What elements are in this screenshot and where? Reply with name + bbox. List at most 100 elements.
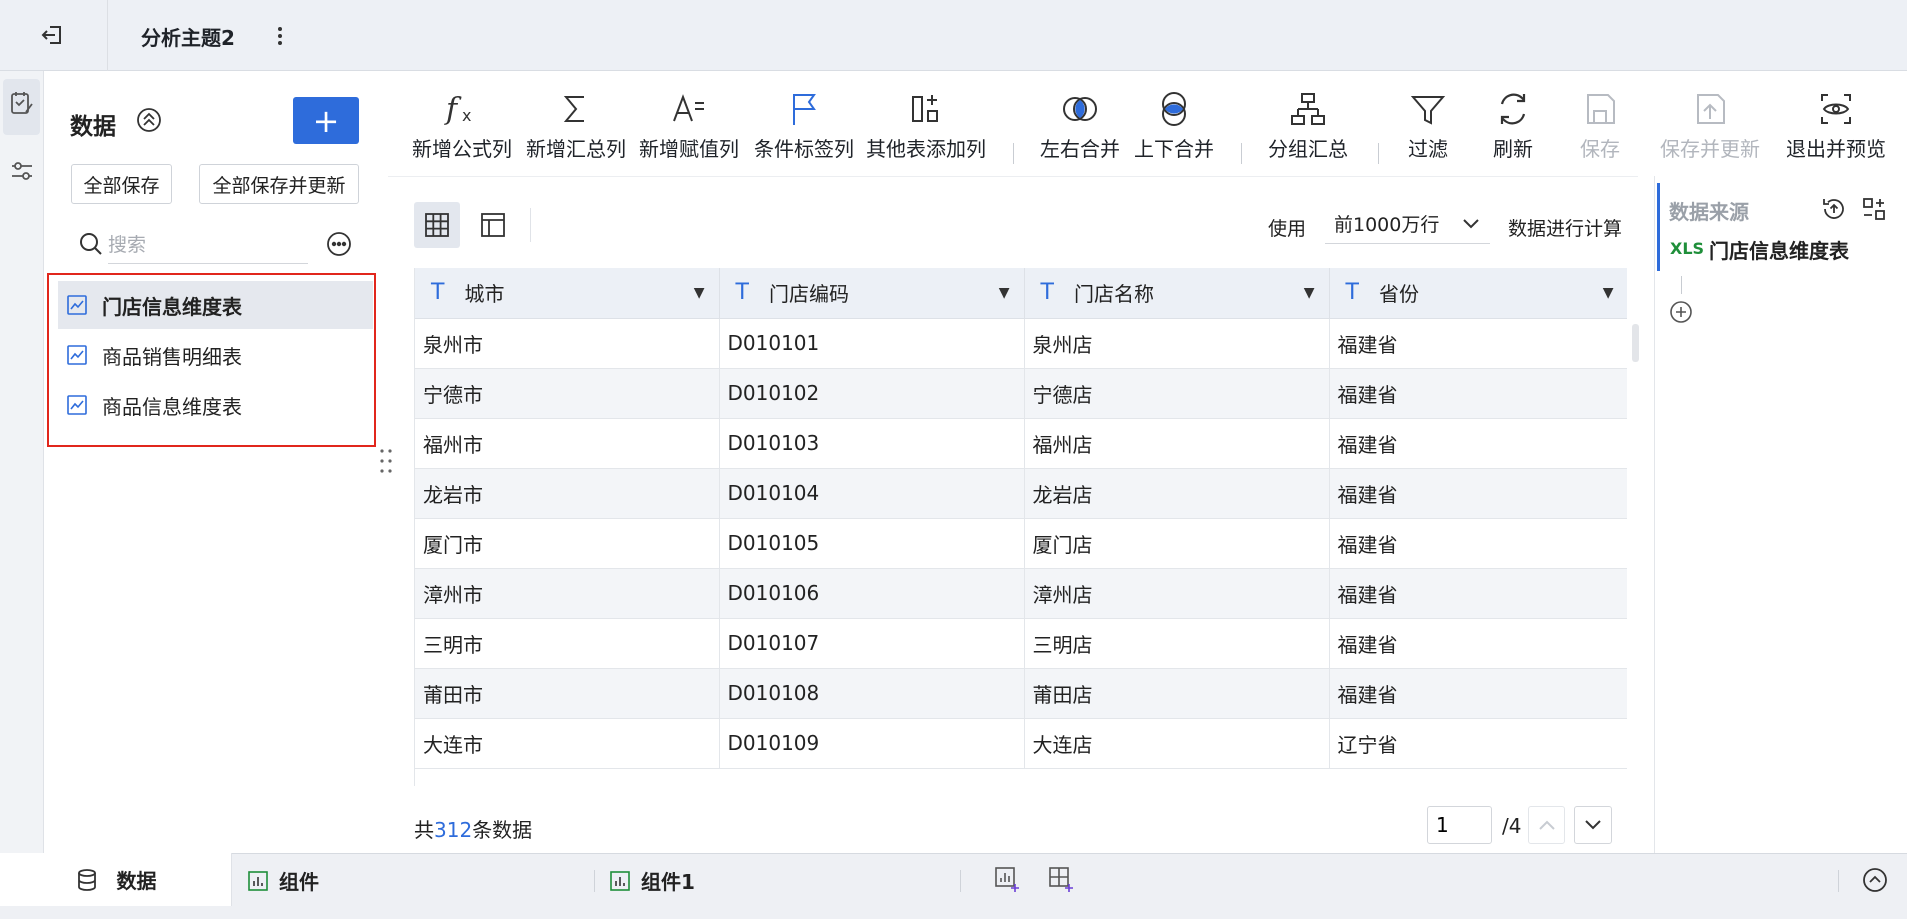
table-cell[interactable]: 莆田店: [1024, 668, 1330, 719]
table-cell[interactable]: 泉州店: [1024, 318, 1330, 369]
table-cell[interactable]: 福建省: [1329, 368, 1627, 419]
row-limit-value: 前1000万行: [1334, 214, 1440, 236]
table-cell[interactable]: D010103: [719, 418, 1025, 469]
tab-more-icon[interactable]: [270, 22, 290, 50]
table-header-row: T 城市 ▼ T 门店编码 ▼ T 门店名称 ▼ T 省份 ▼: [415, 268, 1627, 319]
history-icon[interactable]: [1821, 196, 1847, 222]
column-header[interactable]: T 城市 ▼: [415, 268, 720, 319]
expand-up-icon[interactable]: [1862, 867, 1888, 893]
table-cell[interactable]: 大连店: [1024, 718, 1330, 769]
table-cell[interactable]: D010102: [719, 368, 1025, 419]
save-all-button[interactable]: 全部保存: [71, 164, 172, 204]
toolbar-divider: [1241, 143, 1242, 164]
bottom-tab-data[interactable]: 数据: [0, 853, 232, 906]
panel-resize-handle[interactable]: [379, 448, 393, 474]
column-header[interactable]: T 省份 ▼: [1329, 268, 1627, 319]
table-cell[interactable]: 福州店: [1024, 418, 1330, 469]
table-cell[interactable]: 福建省: [1329, 668, 1627, 719]
layout-view-button[interactable]: [470, 202, 516, 248]
save-all-update-button[interactable]: 全部保存并更新: [199, 164, 359, 204]
column-header[interactable]: T 门店名称 ▼: [1024, 268, 1330, 319]
up-down-merge-button[interactable]: 上下合并: [1134, 88, 1214, 168]
source-connector-line: [1681, 276, 1682, 294]
table-cell[interactable]: 漳州店: [1024, 568, 1330, 619]
add-source-icon[interactable]: [1669, 300, 1693, 324]
row-limit-select[interactable]: 前1000万行: [1325, 204, 1490, 244]
table-cell[interactable]: 辽宁省: [1329, 718, 1627, 769]
save-icon: [1587, 94, 1615, 124]
table-cell[interactable]: D010104: [719, 468, 1025, 519]
table-cell[interactable]: 三明市: [415, 618, 720, 669]
data-table: T 城市 ▼ T 门店编码 ▼ T 门店名称 ▼ T 省份 ▼ 泉州市 D010101 泉州店 福建省…: [414, 268, 1627, 786]
table-cell[interactable]: 宁德店: [1024, 368, 1330, 419]
table-cell[interactable]: D010105: [719, 518, 1025, 569]
source-table-name[interactable]: 门店信息维度表: [1709, 235, 1849, 264]
table-scrollbar[interactable]: [1632, 324, 1639, 362]
grid-view-button[interactable]: [414, 202, 460, 248]
column-header[interactable]: T 门店编码 ▼: [719, 268, 1025, 319]
more-options-icon[interactable]: [326, 231, 352, 257]
swap-source-icon[interactable]: [1861, 196, 1887, 222]
refresh-button[interactable]: 刷新: [1493, 88, 1533, 168]
exit-preview-button[interactable]: 退出并预览: [1786, 88, 1886, 168]
sigma-icon: [563, 96, 584, 122]
table-cell[interactable]: D010106: [719, 568, 1025, 619]
search-input[interactable]: [108, 226, 308, 264]
source-panel-title: 数据来源: [1669, 200, 1749, 224]
table-cell[interactable]: D010108: [719, 668, 1025, 719]
add-dashboard-icon[interactable]: [1047, 865, 1075, 893]
bottom-tab-component[interactable]: 组件: [247, 866, 319, 895]
group-summary-button[interactable]: 分组汇总: [1268, 88, 1348, 168]
bottom-tab-component1[interactable]: 组件1: [609, 866, 695, 895]
table-cell[interactable]: 厦门市: [415, 518, 720, 569]
table-cell[interactable]: D010107: [719, 618, 1025, 669]
table-cell[interactable]: 福建省: [1329, 568, 1627, 619]
use-label: 使用: [1268, 218, 1307, 240]
add-assign-column-button[interactable]: 新增赋值列: [639, 88, 739, 168]
table-cell[interactable]: 漳州市: [415, 568, 720, 619]
table-cell[interactable]: 龙岩市: [415, 468, 720, 519]
condition-label-column-button[interactable]: 条件标签列: [754, 88, 854, 168]
analysis-tab-title[interactable]: 分析主题2: [141, 22, 235, 51]
table-cell[interactable]: 福建省: [1329, 618, 1627, 669]
collapse-up-icon[interactable]: [136, 107, 162, 133]
next-page-button[interactable]: [1574, 806, 1612, 844]
save-update-button[interactable]: 保存并更新: [1660, 88, 1760, 168]
table-cell[interactable]: 龙岩店: [1024, 468, 1330, 519]
table-cell[interactable]: 宁德市: [415, 368, 720, 419]
table-cell[interactable]: 厦门店: [1024, 518, 1330, 569]
page-number-input[interactable]: [1427, 806, 1492, 844]
column-dropdown-icon[interactable]: ▼: [694, 285, 705, 301]
table-cell[interactable]: 福建省: [1329, 468, 1627, 519]
table-cell[interactable]: D010109: [719, 718, 1025, 769]
table-cell[interactable]: D010101: [719, 318, 1025, 369]
table-cell[interactable]: 三明店: [1024, 618, 1330, 669]
filter-button[interactable]: 过滤: [1408, 88, 1448, 168]
source-accent-bar: [1657, 183, 1660, 271]
other-table-add-column-button[interactable]: 其他表添加列: [866, 88, 986, 168]
table-cell[interactable]: 泉州市: [415, 318, 720, 369]
add-summary-column-button[interactable]: 新增汇总列: [526, 88, 626, 168]
column-dropdown-icon[interactable]: ▼: [1603, 285, 1614, 301]
hierarchy-icon: [1291, 93, 1325, 125]
table-item[interactable]: 商品销售明细表: [58, 331, 373, 379]
table-item[interactable]: 门店信息维度表: [58, 281, 373, 329]
add-formula-column-button[interactable]: fx 新增公式列: [412, 88, 512, 168]
table-item[interactable]: 商品信息维度表: [58, 381, 373, 429]
table-cell[interactable]: 大连市: [415, 718, 720, 769]
table-chart-icon: [67, 345, 87, 365]
add-component-icon[interactable]: [993, 865, 1021, 893]
left-right-merge-button[interactable]: 左右合并: [1040, 88, 1120, 168]
add-data-button[interactable]: +: [293, 97, 359, 144]
table-cell[interactable]: 福州市: [415, 418, 720, 469]
exit-icon[interactable]: [40, 22, 66, 48]
table-cell[interactable]: 福建省: [1329, 418, 1627, 469]
save-button[interactable]: 保存: [1580, 88, 1620, 168]
table-cell[interactable]: 莆田市: [415, 668, 720, 719]
settings-sliders-icon[interactable]: [9, 158, 35, 184]
column-dropdown-icon[interactable]: ▼: [999, 285, 1010, 301]
table-cell[interactable]: 福建省: [1329, 318, 1627, 369]
prev-page-button[interactable]: [1528, 806, 1565, 844]
table-cell[interactable]: 福建省: [1329, 518, 1627, 569]
column-dropdown-icon[interactable]: ▼: [1304, 285, 1315, 301]
